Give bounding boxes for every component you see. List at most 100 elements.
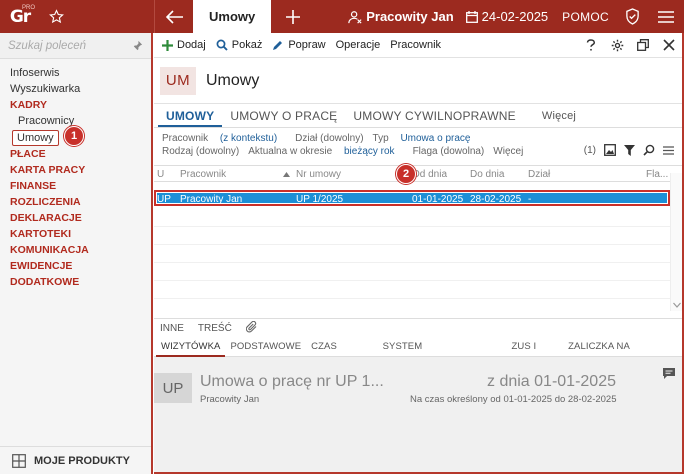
tab-inne[interactable]: INNE <box>160 323 184 334</box>
work-date[interactable]: 24-02-2025 <box>465 9 548 24</box>
filter-more[interactable]: Więcej <box>493 146 523 157</box>
sidebar-item-umowy[interactable]: Umowy <box>12 130 59 146</box>
table-row[interactable]: UP Pracowity Jan UP 1/2025 01-01-2025 28… <box>154 190 670 206</box>
callout-badge-2: 2 <box>396 164 416 184</box>
scroll-down-icon <box>673 302 681 308</box>
cell-pracownik: Pracowity Jan <box>180 194 243 205</box>
col-header-u[interactable]: U <box>157 169 164 180</box>
filter-typ-label: Typ <box>372 133 389 144</box>
comment-icon[interactable] <box>662 367 676 380</box>
sidebar-item-kadry[interactable]: KADRY <box>0 97 151 113</box>
new-tab-plus-icon[interactable] <box>275 0 311 33</box>
tab-umowy-cywilnoprawne[interactable]: UMOWY CYWILNOPRAWNE <box>345 105 523 127</box>
cell-u: UP <box>157 194 171 205</box>
export-image-icon[interactable] <box>604 144 616 156</box>
shield-icon[interactable] <box>625 8 640 25</box>
help-button[interactable]: POMOC <box>562 10 609 24</box>
sidebar-item-karta-pracy[interactable]: KARTA PRACY <box>0 162 151 178</box>
filter-flaga[interactable]: Flaga (dowolna) <box>413 146 485 157</box>
search-placeholder: Szukaj poleceń <box>8 39 86 52</box>
contract-title: Umowa o pracę nr UP 1... <box>200 373 384 390</box>
col-header-od-dnia[interactable]: Od dnia <box>412 169 447 180</box>
sidebar-item-place[interactable]: PŁACE <box>0 146 151 162</box>
pencil-icon <box>273 41 283 50</box>
filter-typ-value: Umowa o pracę <box>400 133 471 144</box>
sidebar-item-ewidencje[interactable]: EWIDENCJE DODATKOWE <box>0 258 151 288</box>
col-header-dzial[interactable]: Dział <box>528 169 550 180</box>
user-name: Pracowity Jan <box>366 9 454 24</box>
attachment-clip-icon[interactable] <box>245 320 258 337</box>
tab-umowy[interactable]: Umowy <box>193 0 272 33</box>
settings-gear-icon[interactable] <box>604 39 630 52</box>
plus-icon <box>162 39 173 51</box>
lower-tabs: INNE TREŚĆ <box>154 318 682 338</box>
grid-scrollbar[interactable] <box>670 173 682 311</box>
col-header-nr-umowy[interactable]: Nr umowy <box>296 169 341 180</box>
filter-funnel-icon[interactable] <box>624 144 635 156</box>
tab-zus-ppk[interactable]: ZUS I PPK <box>507 337 564 372</box>
filter-pracownik[interactable]: Pracownik (z kontekstu) <box>162 133 286 144</box>
my-products-button[interactable]: MOJE PRODUKTY <box>0 446 151 474</box>
my-products-label: MOJE PRODUKTY <box>34 454 130 467</box>
employee-menu[interactable]: Pracownik <box>390 39 441 51</box>
user-menu[interactable]: Pracowity Jan <box>348 9 454 24</box>
tab-wizytowka[interactable]: WIZYTÓWKA <box>156 337 226 357</box>
filter-typ[interactable]: Typ Umowa o pracę <box>373 133 480 144</box>
pin-icon[interactable] <box>132 40 143 51</box>
business-card-panel: UP Umowa o pracę nr UP 1... Pracowity Ja… <box>154 357 682 472</box>
col-header-do-dnia[interactable]: Do dnia <box>470 169 504 180</box>
edit-button[interactable]: Popraw <box>272 39 326 51</box>
sort-asc-icon[interactable] <box>283 169 290 180</box>
cell-do-dnia: 28-02-2025 <box>470 194 522 205</box>
user-icon <box>348 10 362 24</box>
tab-podstawowe[interactable]: PODSTAWOWE <box>225 337 306 357</box>
col-header-flaga[interactable]: Fla... <box>646 169 668 180</box>
col-header-pracownik[interactable]: Pracownik <box>180 169 226 180</box>
contract-date: z dnia 01-01-2025 <box>487 373 616 390</box>
favorites-star-icon[interactable] <box>40 0 72 33</box>
sidebar-item-kartoteki[interactable]: KARTOTEKI <box>0 226 151 242</box>
sidebar-item-infoserwis[interactable]: Infoserwis <box>0 65 151 81</box>
edit-label: Popraw <box>288 39 326 51</box>
page-header: UM Umowy <box>154 58 682 104</box>
empty-row <box>154 281 670 299</box>
operations-menu[interactable]: Operacje <box>336 39 381 51</box>
grid-empty-area <box>154 209 670 311</box>
logo-pro-label: PRO <box>22 5 36 11</box>
cell-nr-umowy: UP 1/2025 <box>296 194 344 205</box>
callout-badge-1: 1 <box>64 126 84 146</box>
empty-row <box>154 263 670 281</box>
restore-window-icon[interactable] <box>630 39 656 51</box>
detail-tabs: WIZYTÓWKA PODSTAWOWE CZAS PRACY SYSTEM W… <box>154 337 682 372</box>
search-grid-icon[interactable] <box>643 144 655 156</box>
sidebar-item-komunikacja[interactable]: KOMUNIKACJA <box>0 242 151 258</box>
tab-umowy-all[interactable]: UMOWY <box>158 105 223 127</box>
add-button[interactable]: Dodaj <box>162 39 206 51</box>
back-arrow-icon[interactable] <box>157 0 193 33</box>
sidebar-item-deklaracje[interactable]: DEKLARACJE <box>0 210 151 226</box>
sidebar-item-wyszukiwarka[interactable]: Wyszukiwarka <box>0 81 151 97</box>
tab-czas-pracy[interactable]: CZAS PRACY <box>306 337 377 372</box>
sidebar-nav: Infoserwis Wyszukiwarka KADRY Pracownicy… <box>0 59 151 288</box>
empty-row <box>154 245 670 263</box>
tab-zaliczka-podatek[interactable]: ZALICZKA NA PODATEK <box>563 337 682 372</box>
tab-tresc[interactable]: TREŚĆ <box>198 323 232 334</box>
sidebar-item-finanse[interactable]: FINANSE <box>0 178 151 194</box>
result-count: (1) <box>583 144 596 156</box>
show-button[interactable]: Pokaż <box>216 39 263 51</box>
help-question-icon[interactable] <box>578 39 604 51</box>
close-icon[interactable] <box>656 39 682 51</box>
filter-rodzaj[interactable]: Rodzaj (dowolny) <box>162 146 239 157</box>
list-menu-icon[interactable] <box>663 145 674 155</box>
empty-row <box>154 227 670 245</box>
tab-umowy-o-prace[interactable]: UMOWY O PRACĘ <box>222 105 345 127</box>
filter-aktualna[interactable]: Aktualna w okresie bieżący rok <box>248 146 403 157</box>
tab-more[interactable]: Więcej <box>534 105 584 127</box>
hamburger-menu-icon[interactable] <box>658 10 674 23</box>
show-label: Pokaż <box>231 39 263 51</box>
tab-system-wynagrodzen[interactable]: SYSTEM WYNAGRODZEŃ <box>378 337 507 372</box>
command-search[interactable]: Szukaj poleceń <box>0 33 151 59</box>
sidebar-item-rozliczenia[interactable]: ROZLICZENIA <box>0 194 151 210</box>
filter-dzial[interactable]: Dział (dowolny) <box>295 133 363 144</box>
app-logo[interactable]: Gr PRO <box>0 0 40 33</box>
